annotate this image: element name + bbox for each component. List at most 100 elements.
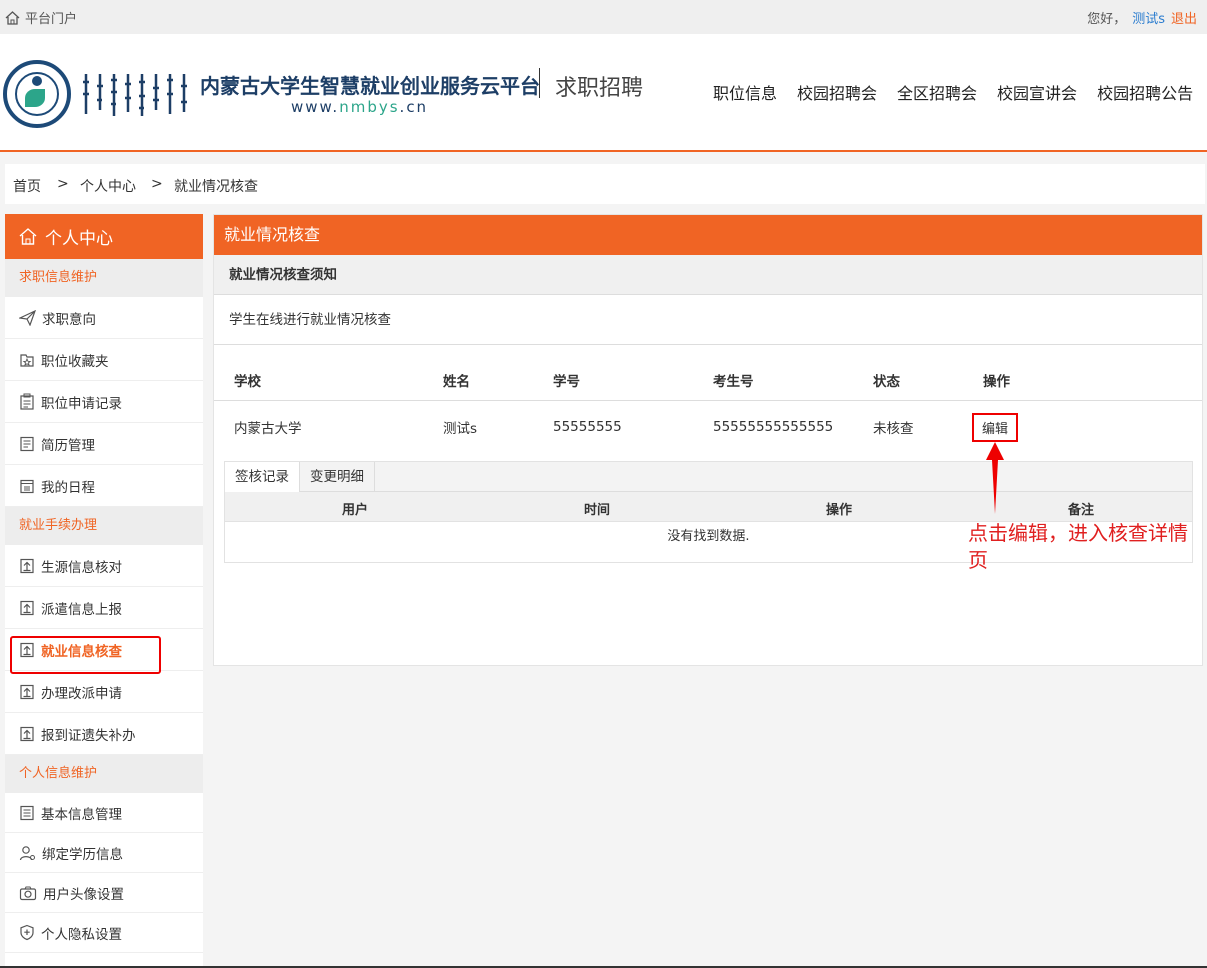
cell-school: 内蒙古大学 bbox=[234, 421, 302, 437]
mongolian-script-logo bbox=[83, 74, 187, 116]
cell-exam-no: 55555555555555 bbox=[713, 419, 834, 435]
upload-icon bbox=[20, 684, 34, 699]
home-icon bbox=[19, 228, 37, 245]
nav-item-announcement[interactable]: 校园招聘公告 bbox=[1097, 80, 1193, 104]
sidebar-item-resume[interactable]: 简历管理 bbox=[5, 423, 203, 465]
sidebar-item-label: 用户头像设置 bbox=[43, 886, 124, 903]
column-header: 姓名 bbox=[443, 374, 470, 390]
column-header: 时间 bbox=[584, 503, 611, 518]
logout-link[interactable]: 退出 bbox=[1171, 12, 1197, 27]
sidebar-item-label: 生源信息核对 bbox=[41, 559, 122, 576]
sidebar-item-source-check[interactable]: 生源信息核对 bbox=[5, 545, 203, 587]
tab-bar: 签核记录 变更明细 bbox=[225, 462, 1192, 493]
column-header: 考生号 bbox=[713, 374, 754, 390]
upload-icon bbox=[20, 558, 34, 573]
breadcrumb-center[interactable]: 个人中心 bbox=[80, 176, 136, 196]
panel-title: 就业情况核查 bbox=[214, 215, 1202, 255]
sidebar-section-title: 个人信息维护 bbox=[5, 755, 203, 793]
sidebar-item-reassign[interactable]: 办理改派申请 bbox=[5, 671, 203, 713]
tab-sign-records[interactable]: 签核记录 bbox=[225, 462, 300, 493]
header-divider bbox=[539, 68, 540, 98]
sidebar-item-label: 简历管理 bbox=[41, 437, 95, 454]
sidebar-item-job-intent[interactable]: 求职意向 bbox=[5, 297, 203, 339]
sub-title: 求职招聘 bbox=[555, 76, 644, 101]
column-header: 操作 bbox=[826, 503, 853, 518]
sidebar-item-avatar[interactable]: 用户头像设置 bbox=[5, 873, 203, 913]
sidebar-item-label: 办理改派申请 bbox=[41, 685, 122, 702]
breadcrumb: 首页 > 个人中心 > 就业情况核查 bbox=[5, 164, 1205, 204]
table-header: 学校 姓名 学号 考生号 状态 操作 bbox=[214, 360, 1202, 401]
sidebar-item-favorites[interactable]: 职位收藏夹 bbox=[5, 339, 203, 381]
sidebar-header[interactable]: 个人中心 bbox=[5, 214, 203, 259]
greeting: 您好， bbox=[1087, 12, 1127, 27]
annotation-arrow-icon bbox=[986, 442, 1004, 514]
nav-item-seminar[interactable]: 校园宣讲会 bbox=[997, 80, 1077, 104]
upload-icon bbox=[20, 642, 34, 657]
edit-button[interactable]: 编辑 bbox=[972, 412, 1019, 442]
university-logo[interactable] bbox=[3, 60, 71, 128]
home-icon bbox=[5, 10, 20, 25]
sidebar-item-label: 求职意向 bbox=[42, 311, 96, 328]
annotation-text: 点击编辑，进入核查详情页 bbox=[968, 521, 1188, 572]
sidebar-item-employment-check[interactable]: 就业信息核查 bbox=[5, 629, 203, 671]
upload-icon bbox=[20, 726, 34, 741]
user-link-icon bbox=[19, 845, 35, 860]
notice-title: 就业情况核查须知 bbox=[214, 255, 1202, 295]
cell-student-no: 55555555 bbox=[553, 419, 622, 435]
column-header: 用户 bbox=[342, 503, 369, 518]
sidebar-section-title: 就业手续办理 bbox=[5, 507, 203, 545]
sidebar-item-label: 我的日程 bbox=[41, 479, 95, 496]
breadcrumb-home[interactable]: 首页 bbox=[13, 176, 41, 196]
sidebar-item-certificate-reissue[interactable]: 报到证遗失补办 bbox=[5, 713, 203, 755]
sidebar-item-basic-info[interactable]: 基本信息管理 bbox=[5, 793, 203, 833]
column-header: 操作 bbox=[983, 374, 1010, 390]
nav-item-campus-fair[interactable]: 校园招聘会 bbox=[797, 80, 877, 104]
cell-name: 测试s bbox=[443, 421, 478, 437]
nav-item-jobs[interactable]: 职位信息 bbox=[713, 80, 777, 104]
calendar-icon bbox=[20, 479, 34, 493]
top-bar: 平台门户 您好， 测试s 退出 bbox=[0, 0, 1207, 34]
column-header: 学号 bbox=[553, 374, 580, 390]
sidebar-item-label: 职位收藏夹 bbox=[41, 353, 109, 370]
table-row: 内蒙古大学 测试s 55555555 55555555555555 未核查 编辑 bbox=[214, 402, 1202, 452]
column-header: 备注 bbox=[1068, 503, 1095, 518]
username-link[interactable]: 测试s bbox=[1132, 12, 1165, 27]
site-header: 内蒙古大学生智慧就业创业服务云平台 www.nmbys.cn 求职招聘 职位信息… bbox=[0, 34, 1207, 152]
site-url: www.nmbys.cn bbox=[291, 98, 429, 116]
sidebar-section-title: 求职信息维护 bbox=[5, 259, 203, 297]
folder-star-icon bbox=[20, 353, 34, 367]
notice-text: 学生在线进行就业情况核查 bbox=[214, 295, 1202, 345]
breadcrumb-current: 就业情况核查 bbox=[174, 179, 258, 195]
sidebar-item-applications[interactable]: 职位申请记录 bbox=[5, 381, 203, 423]
shield-icon bbox=[20, 924, 34, 941]
upload-icon bbox=[20, 600, 34, 615]
camera-icon bbox=[19, 886, 37, 900]
document-icon bbox=[20, 436, 34, 451]
sidebar-item-label: 报到证遗失补办 bbox=[41, 727, 136, 744]
column-header: 学校 bbox=[234, 374, 261, 390]
sidebar-title: 个人中心 bbox=[45, 229, 113, 249]
cell-status: 未核查 bbox=[873, 421, 914, 437]
clipboard-icon bbox=[20, 393, 34, 410]
sidebar-item-bind-education[interactable]: 绑定学历信息 bbox=[5, 833, 203, 873]
site-title: 内蒙古大学生智慧就业创业服务云平台 bbox=[200, 74, 540, 98]
sidebar-item-label: 绑定学历信息 bbox=[42, 846, 123, 863]
main-panel: 就业情况核查 就业情况核查须知 学生在线进行就业情况核查 学校 姓名 学号 考生… bbox=[213, 214, 1203, 666]
main-nav: 职位信息 校园招聘会 全区招聘会 校园宣讲会 校园招聘公告 bbox=[713, 80, 1207, 104]
list-icon bbox=[20, 805, 34, 820]
sidebar-item-label: 个人隐私设置 bbox=[41, 926, 122, 943]
nav-item-region-fair[interactable]: 全区招聘会 bbox=[897, 80, 977, 104]
column-header: 状态 bbox=[873, 374, 900, 390]
breadcrumb-sep: > bbox=[57, 176, 69, 192]
sidebar-item-label: 派遣信息上报 bbox=[41, 601, 122, 618]
portal-label: 平台门户 bbox=[25, 12, 78, 27]
paper-plane-icon bbox=[19, 309, 36, 326]
sidebar-item-label: 就业信息核查 bbox=[41, 643, 122, 660]
sidebar-item-schedule[interactable]: 我的日程 bbox=[5, 465, 203, 507]
sidebar-item-privacy[interactable]: 个人隐私设置 bbox=[5, 913, 203, 953]
tab-change-details[interactable]: 变更明细 bbox=[300, 462, 375, 492]
sidebar: 个人中心 求职信息维护 求职意向 职位收藏夹 职位申请记录 简历管理 我的日程 … bbox=[5, 214, 203, 968]
sidebar-item-label: 基本信息管理 bbox=[41, 806, 122, 823]
portal-link[interactable]: 平台门户 bbox=[5, 8, 77, 27]
sidebar-item-dispatch-report[interactable]: 派遣信息上报 bbox=[5, 587, 203, 629]
